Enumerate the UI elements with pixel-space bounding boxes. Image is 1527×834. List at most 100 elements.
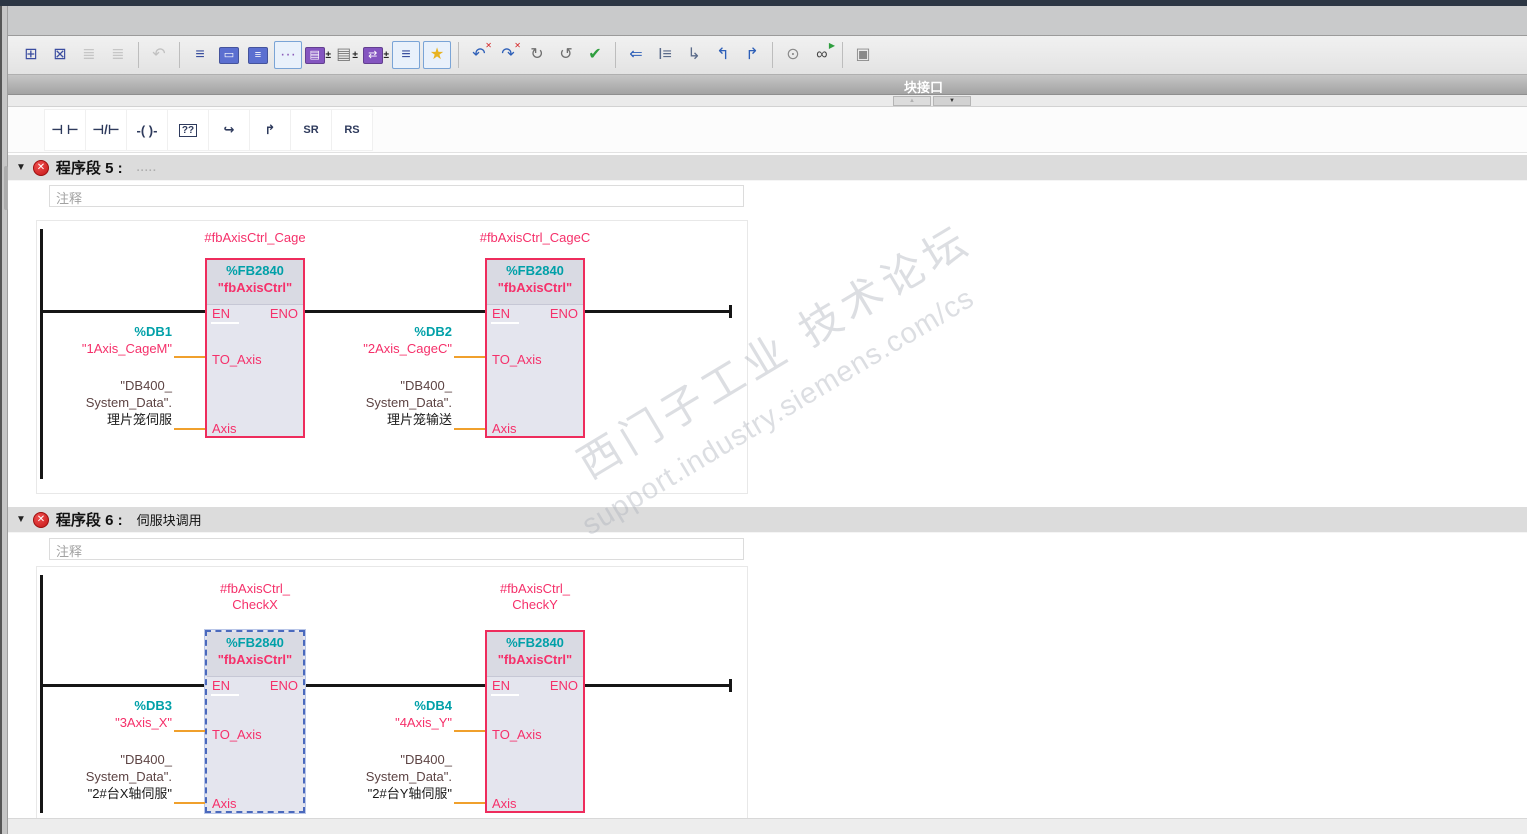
symbol-information-icon[interactable]: ⇄ ± <box>363 42 389 68</box>
next-marker-icon[interactable]: ↱ <box>739 42 765 68</box>
pin-axis[interactable]: Axis <box>492 797 517 810</box>
update-interface-icon[interactable]: ↺ <box>553 42 579 68</box>
find-in-block-icon[interactable]: ⊙ <box>780 42 806 68</box>
hidden-parameter-display-glyph: ▤ <box>336 46 352 63</box>
splitter-grip[interactable] <box>4 166 8 210</box>
pin-eno[interactable]: ENO <box>270 679 298 692</box>
operand-to-axis[interactable]: %DB3 "3Axis_X" <box>30 697 172 731</box>
collapse-triangle-icon[interactable]: ▼ <box>16 514 26 525</box>
en-underline <box>211 322 239 324</box>
error-icon: ✕ <box>32 511 49 528</box>
pin-en[interactable]: EN <box>492 307 510 320</box>
delete-network-icon[interactable]: ⊠ <box>47 42 73 68</box>
operand-axis[interactable]: "DB400_ System_Data". "2#台X轴伺服" <box>20 751 172 802</box>
dropdown-indicator[interactable]: ± <box>326 50 332 61</box>
pin-axis[interactable]: Axis <box>212 422 237 435</box>
fb-header: %FB2840 "fbAxisCtrl" <box>207 260 303 305</box>
block-interface-bar: 块接口 <box>8 75 1527 95</box>
pin-to-axis[interactable]: TO_Axis <box>212 728 262 741</box>
instance-name[interactable]: #fbAxisCtrl_Cage <box>155 230 355 246</box>
pin-to-axis[interactable]: TO_Axis <box>492 353 542 366</box>
data-block-values-icon[interactable]: ▣ <box>850 42 876 68</box>
call-environment-icon[interactable]: I≡ <box>652 42 678 68</box>
close-branch-button[interactable]: ↱ <box>249 109 291 151</box>
left-splitter-rail[interactable] <box>0 6 8 834</box>
consistency-check-glyph: ✔ <box>588 46 602 63</box>
fb-call-block[interactable]: %FB2840 "fbAxisCtrl" EN ENO TO_Axis Axis <box>485 258 585 438</box>
next-error-glyph: ↷ <box>501 46 515 63</box>
operand-to-axis[interactable]: %DB1 "1Axis_CageM" <box>30 323 172 357</box>
open-branch-icon: ↪ <box>223 122 235 137</box>
pin-en[interactable]: EN <box>212 307 230 320</box>
display-format-icon[interactable]: ≡ <box>392 41 420 69</box>
operand-wire <box>174 428 205 430</box>
interface-splitter: ▲ ▼ <box>8 95 1527 107</box>
operand-to-axis[interactable]: %DB4 "4Axis_Y" <box>310 697 452 731</box>
assignment-list-icon[interactable]: ↳ <box>681 42 707 68</box>
keep-actual-values-icon: ↶ <box>146 42 172 68</box>
expand-interface-button[interactable]: ▲ <box>893 96 931 106</box>
icon-badge: ✕ <box>485 41 492 50</box>
coil-button[interactable]: -( )- <box>126 109 168 151</box>
operand-axis[interactable]: "DB400_ System_Data". "2#台Y轴伺服" <box>300 751 452 802</box>
dropdown-indicator[interactable]: ± <box>384 50 390 61</box>
network-title[interactable]: ..... <box>137 162 157 174</box>
rs-flipflop-button[interactable]: RS <box>331 109 373 151</box>
toolbar-separator <box>458 42 459 68</box>
fb-call-block-selected[interactable]: %FB2840 "fbAxisCtrl" EN ENO TO_Axis Axis <box>205 630 305 813</box>
fb-call-block[interactable]: %FB2840 "fbAxisCtrl" EN ENO TO_Axis Axis <box>485 630 585 813</box>
previous-marker-icon[interactable]: ↰ <box>710 42 736 68</box>
next-error-icon[interactable]: ↷ ✕ <box>495 42 521 68</box>
test-monitor-icon[interactable]: ∞ ▶ <box>809 42 835 68</box>
pin-axis[interactable]: Axis <box>492 422 517 435</box>
collapse-interface-button[interactable]: ▼ <box>933 96 971 106</box>
network-6-header[interactable]: ▼ ✕ 程序段 6 : 伺服块调用 <box>8 507 1527 533</box>
collapse-triangle-icon[interactable]: ▼ <box>16 162 26 173</box>
contact-no-button[interactable]: ⊣ ⊢ <box>44 109 86 151</box>
network-title[interactable]: 伺服块调用 <box>137 510 202 529</box>
empty-box-button[interactable]: ?? <box>167 109 209 151</box>
operand-axis[interactable]: "DB400_ System_Data". 理片笼输送 <box>300 377 452 428</box>
box-parameter-display-icon[interactable]: ▤ ± <box>305 42 331 68</box>
network-comment-display-icon[interactable]: ≡ <box>245 42 271 68</box>
call-structure-icon[interactable]: ⇐ <box>623 42 649 68</box>
fb-call-block[interactable]: %FB2840 "fbAxisCtrl" EN ENO TO_Axis Axis <box>205 258 305 438</box>
pin-axis[interactable]: Axis <box>212 797 237 810</box>
wire <box>305 310 485 313</box>
wire-end-tick <box>729 679 732 692</box>
previous-error-icon[interactable]: ↶ ✕ <box>466 42 492 68</box>
insert-row-above-glyph: ≣ <box>82 46 96 63</box>
pin-eno[interactable]: ENO <box>270 307 298 320</box>
network-6-comment[interactable]: 注释 <box>49 538 744 560</box>
pin-eno[interactable]: ENO <box>550 307 578 320</box>
consistency-check-icon[interactable]: ✔ <box>582 42 608 68</box>
instance-name[interactable]: #fbAxisCtrl_CageC <box>435 230 635 246</box>
absolute-symbolic-operands-icon[interactable]: ≡ <box>187 42 213 68</box>
open-branch-button[interactable]: ↪ <box>208 109 250 151</box>
instance-name[interactable]: #fbAxisCtrl_ CheckY <box>435 581 635 613</box>
network-number: 程序段 6 : <box>55 512 123 529</box>
symbol-information-glyph: ⇄ <box>363 46 383 64</box>
operand-to-axis[interactable]: %DB2 "2Axis_CageC" <box>310 323 452 357</box>
pin-to-axis[interactable]: TO_Axis <box>212 353 262 366</box>
dropdown-indicator[interactable]: ± <box>352 50 358 61</box>
update-block-call-icon[interactable]: ↻ <box>524 42 550 68</box>
network-title-display-icon[interactable]: ▭ <box>216 42 242 68</box>
pin-en[interactable]: EN <box>492 679 510 692</box>
favorites-display-icon[interactable]: ★ <box>423 41 451 69</box>
insert-row-below-glyph: ≣ <box>111 46 125 63</box>
pin-en[interactable]: EN <box>212 679 230 692</box>
contact-nc-button[interactable]: ⊣/⊢ <box>85 109 127 151</box>
network-5-header[interactable]: ▼ ✕ 程序段 5 : ..... <box>8 155 1527 181</box>
insert-network-icon[interactable]: ⊞ <box>18 42 44 68</box>
network-5-comment[interactable]: 注释 <box>49 185 744 207</box>
pin-eno[interactable]: ENO <box>550 679 578 692</box>
sr-flipflop-button[interactable]: SR <box>290 109 332 151</box>
pin-to-axis[interactable]: TO_Axis <box>492 728 542 741</box>
toggle-comments-icon[interactable]: ··· <box>274 41 302 69</box>
operand-axis[interactable]: "DB400_ System_Data". 理片笼伺服 <box>20 377 172 428</box>
favorites-display-glyph: ★ <box>429 46 445 63</box>
icon-badge: ▶ <box>828 41 835 50</box>
instance-name[interactable]: #fbAxisCtrl_ CheckX <box>155 581 355 613</box>
hidden-parameter-display-icon[interactable]: ▤ ± <box>334 42 360 68</box>
